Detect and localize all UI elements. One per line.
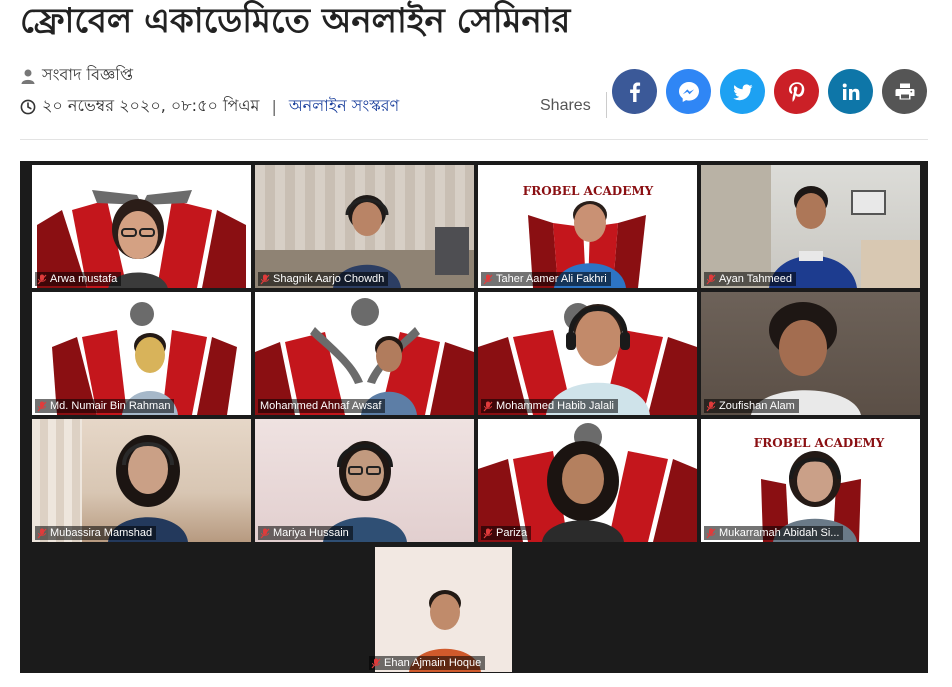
participant-name-tag: Zoufishan Alam — [704, 399, 799, 413]
participant-tile: Mohammed Habib Jalali — [478, 292, 697, 415]
pinterest-icon — [788, 81, 804, 102]
publish-date: ২০ নভেম্বর ২০২০, ০৮:৫০ পিএম — [42, 96, 260, 115]
participant-tile: Shagnik Aarjo Chowdh — [255, 165, 474, 288]
messenger-icon — [678, 81, 699, 102]
muted-mic-icon — [483, 401, 493, 411]
participant-name: Mohammed Ahnaf Awsaf — [260, 400, 382, 412]
participant-tile: Pariza — [478, 419, 697, 542]
shares-divider — [606, 92, 607, 118]
participant-name: Mukarramah Abidah Si... — [719, 527, 840, 539]
participant-name-tag: Mariya Hussain — [258, 526, 353, 540]
participant-name: Ehan Ajmain Hoque — [384, 657, 482, 669]
muted-mic-icon — [37, 528, 47, 538]
pinterest-share-button[interactable] — [774, 69, 819, 114]
participant-video — [542, 441, 624, 542]
twitter-icon — [732, 83, 752, 100]
participant-tile: Zoufishan Alam — [701, 292, 920, 415]
muted-mic-icon — [706, 401, 716, 411]
participant-name-tag: Ehan Ajmain Hoque — [369, 656, 486, 670]
linkedin-icon — [842, 83, 859, 100]
participant-name: Taher Aamer Ali Fakhri — [496, 273, 607, 285]
facebook-share-button[interactable] — [612, 69, 657, 114]
participant-tile: Arwa mustafa — [32, 165, 251, 288]
print-icon — [895, 83, 914, 99]
muted-mic-icon — [37, 274, 47, 284]
participant-tile: Ehan Ajmain Hoque — [367, 547, 520, 672]
participant-video — [546, 304, 650, 415]
participant-name-tag: Mubassira Mamshad — [35, 526, 157, 540]
participant-name: Zoufishan Alam — [719, 400, 795, 412]
author-name[interactable]: সংবাদ বিজ্ঞপ্তি — [42, 62, 133, 89]
participant-tile: FROBEL ACADEMY Mukarramah Abidah Si... — [701, 419, 920, 542]
participant-name-tag: Taher Aamer Ali Fakhri — [481, 272, 611, 286]
dateline: ২০ নভেম্বর ২০২০, ০৮:৫০ পিএম | অনলাইন সংস… — [20, 93, 399, 120]
edition-link[interactable]: অনলাইন সংস্করণ — [289, 93, 399, 120]
byline: সংবাদ বিজ্ঞপ্তি — [20, 62, 133, 89]
divider: | — [271, 97, 277, 116]
facebook-icon — [629, 82, 640, 102]
participant-name: Ayan Tahmeed — [719, 273, 792, 285]
participant-name: Md. Numair Bin Rahman — [50, 400, 171, 412]
muted-mic-icon — [483, 528, 493, 538]
participant-tile: Md. Numair Bin Rahman — [32, 292, 251, 415]
participant-name-tag: Pariza — [481, 526, 532, 540]
muted-mic-icon — [371, 658, 381, 668]
participant-name-tag: Mohammed Ahnaf Awsaf — [258, 399, 386, 413]
muted-mic-icon — [37, 401, 47, 411]
muted-mic-icon — [483, 274, 493, 284]
participant-name: Mubassira Mamshad — [50, 527, 153, 539]
participant-name: Mohammed Habib Jalali — [496, 400, 614, 412]
print-button[interactable] — [882, 69, 927, 114]
meeting-screenshot: Arwa mustafa Shagnik Aarjo Chowdh FROBEL… — [20, 161, 928, 673]
logo-text: FROBEL ACADEMY — [754, 436, 885, 450]
participant-video — [751, 302, 861, 415]
participant-tile: FROBEL ACADEMY Taher Aamer Ali Fakhri — [478, 165, 697, 288]
twitter-share-button[interactable] — [720, 69, 765, 114]
participant-name-tag: Arwa mustafa — [35, 272, 122, 286]
muted-mic-icon — [260, 274, 270, 284]
article-headline: ফ্রোবেল একাডেমিতে অনলাইন সেমিনার — [20, 1, 571, 41]
participant-tile: Mohammed Ahnaf Awsaf — [255, 292, 474, 415]
participant-tile: Mubassira Mamshad — [32, 419, 251, 542]
participant-name: Shagnik Aarjo Chowdh — [273, 273, 385, 285]
clock-icon — [20, 99, 36, 114]
muted-mic-icon — [706, 274, 716, 284]
divider — [20, 139, 928, 140]
person-icon — [21, 69, 35, 84]
participant-name: Pariza — [496, 527, 528, 539]
muted-mic-icon — [260, 528, 270, 538]
participant-tile: Mariya Hussain — [255, 419, 474, 542]
participant-name: Arwa mustafa — [50, 273, 118, 285]
muted-mic-icon — [706, 528, 716, 538]
messenger-share-button[interactable] — [666, 69, 711, 114]
shares-label: Shares — [540, 97, 591, 114]
participant-name-tag: Shagnik Aarjo Chowdh — [258, 272, 389, 286]
participant-name-tag: Md. Numair Bin Rahman — [35, 399, 175, 413]
participant-tile: Ayan Tahmeed — [701, 165, 920, 288]
participant-name-tag: Mukarramah Abidah Si... — [704, 526, 844, 540]
participant-name: Mariya Hussain — [273, 527, 349, 539]
linkedin-share-button[interactable] — [828, 69, 873, 114]
participant-name-tag: Ayan Tahmeed — [704, 272, 796, 286]
participant-name-tag: Mohammed Habib Jalali — [481, 399, 618, 413]
